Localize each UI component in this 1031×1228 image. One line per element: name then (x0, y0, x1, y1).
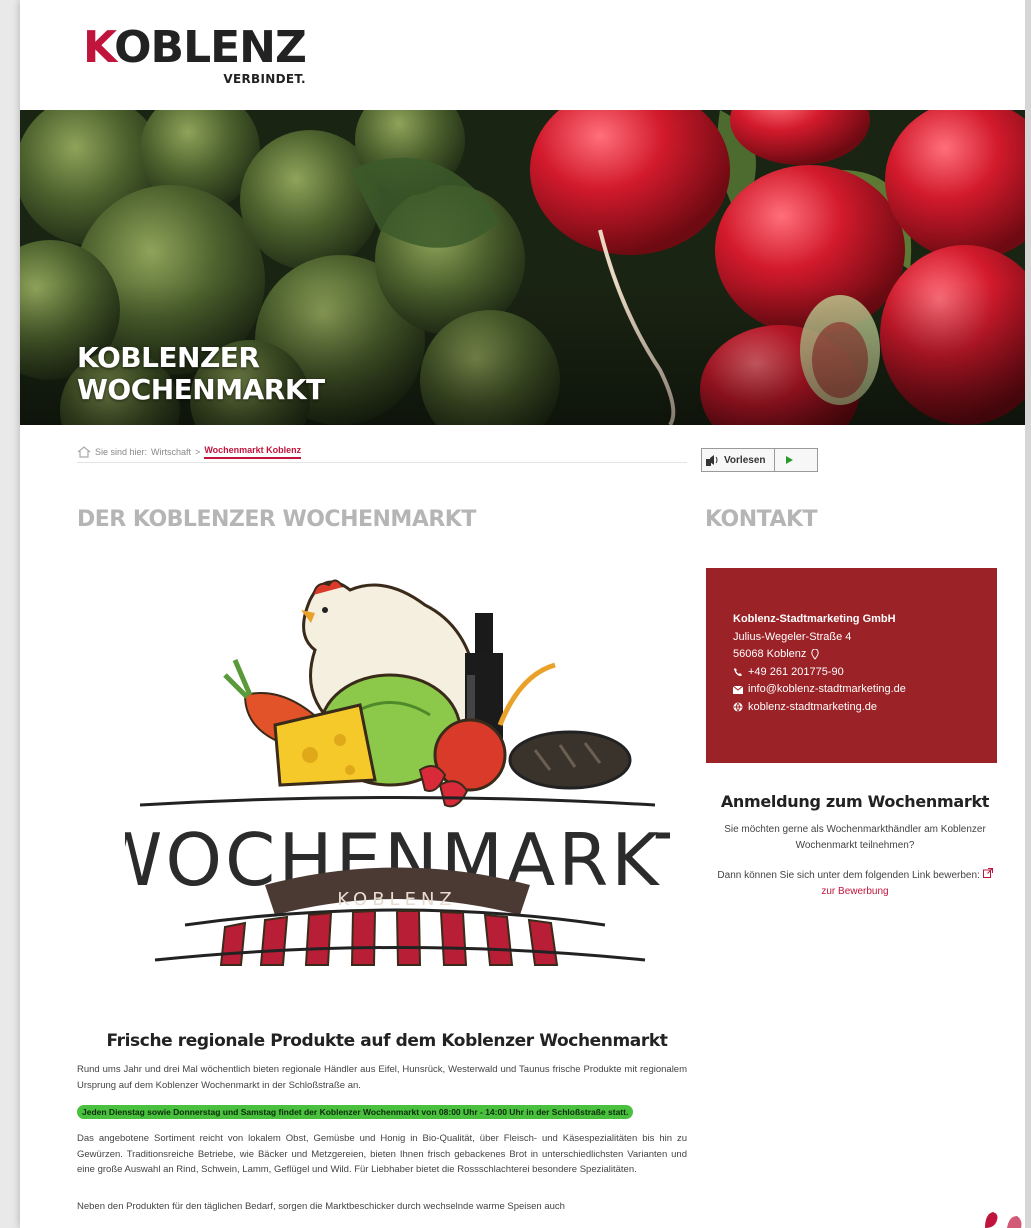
logo-tagline: VERBINDET. (223, 72, 306, 86)
home-icon[interactable] (77, 446, 91, 458)
registration-text: Sie möchten gerne als Wochenmarkthändler… (724, 824, 986, 851)
contact-web: koblenz-stadtmarketing.de (748, 700, 878, 713)
breadcrumb-parent[interactable]: Wirtschaft (151, 447, 191, 457)
market-times-highlight: Jeden Dienstag sowie Donnerstag und Sams… (77, 1105, 634, 1119)
scrollbar[interactable] (1025, 0, 1031, 1228)
logo-k: K (83, 22, 115, 73)
breadcrumb-current: Wochenmarkt Koblenz (204, 445, 302, 459)
wochenmarkt-logo: WOCHENMARKT KOBLENZ (125, 579, 670, 966)
hero-title: KOBLENZER WOCHENMARKT (77, 341, 325, 406)
external-link-icon (982, 868, 993, 878)
intro-paragraph: Rund ums Jahr und drei Mal wöchentlich b… (77, 1064, 687, 1091)
main-heading: DER KOBLENZER WOCHENMARKT (77, 507, 476, 532)
breadcrumb-prefix: Sie sind hier: (95, 447, 148, 457)
hero-banner: KOBLENZER WOCHENMARKT (20, 110, 1025, 425)
contact-heading: KONTAKT (705, 507, 818, 532)
read-aloud-widget: Vorlesen (701, 448, 818, 472)
read-aloud-button[interactable]: Vorlesen (702, 449, 775, 471)
logo-word: OBLENZ (114, 22, 307, 73)
speaker-icon (706, 455, 718, 466)
contact-phone: +49 261 201775-90 (748, 665, 844, 678)
phone-icon (734, 668, 742, 677)
breadcrumb-divider (77, 462, 687, 463)
contact-phone-row[interactable]: +49 261 201775-90 (733, 664, 906, 682)
contact-city-row: 56068 Koblenz (733, 646, 906, 664)
mail-icon (733, 685, 743, 694)
contact-company: Koblenz-Stadtmarketing GmbH (733, 613, 896, 625)
page: KOBLENZ VERBINDET. KOBLENZER WOCHENMARKT… (20, 0, 1025, 1228)
contact-email: info@koblenz-stadtmarketing.de (748, 683, 906, 695)
breadcrumb-separator: > (195, 447, 201, 457)
contact-street: Julius-Wegeler-Straße 4 (733, 630, 852, 643)
food-paragraph: Neben den Produkten für den täglichen Be… (77, 1201, 565, 1212)
play-icon (785, 456, 793, 464)
contact-email-row[interactable]: info@koblenz-stadtmarketing.de (733, 681, 906, 699)
rooster-icon (985, 1212, 1022, 1228)
contact-city: 56068 Koblenz (733, 648, 807, 660)
registration-title: Anmeldung zum Wochenmarkt (720, 792, 990, 811)
contact-box: Koblenz-Stadtmarketing GmbH Julius-Wegel… (706, 568, 997, 763)
logo-subword: KOBLENZ (337, 889, 457, 910)
site-logo[interactable]: KOBLENZ VERBINDET. (83, 26, 307, 87)
contact-web-row[interactable]: koblenz-stadtmarketing.de (733, 699, 906, 717)
play-button[interactable] (775, 449, 803, 471)
registration-text-link: Dann können Sie sich unter dem folgenden… (710, 868, 1000, 900)
section-subheading: Frische regionale Produkte auf dem Koble… (106, 1031, 668, 1051)
map-pin-icon[interactable] (811, 649, 820, 661)
globe-icon (733, 702, 743, 713)
breadcrumb: Sie sind hier: Wirtschaft > Wochenmarkt … (77, 445, 302, 459)
assortment-paragraph: Das angebotene Sortiment reicht von loka… (77, 1133, 687, 1175)
